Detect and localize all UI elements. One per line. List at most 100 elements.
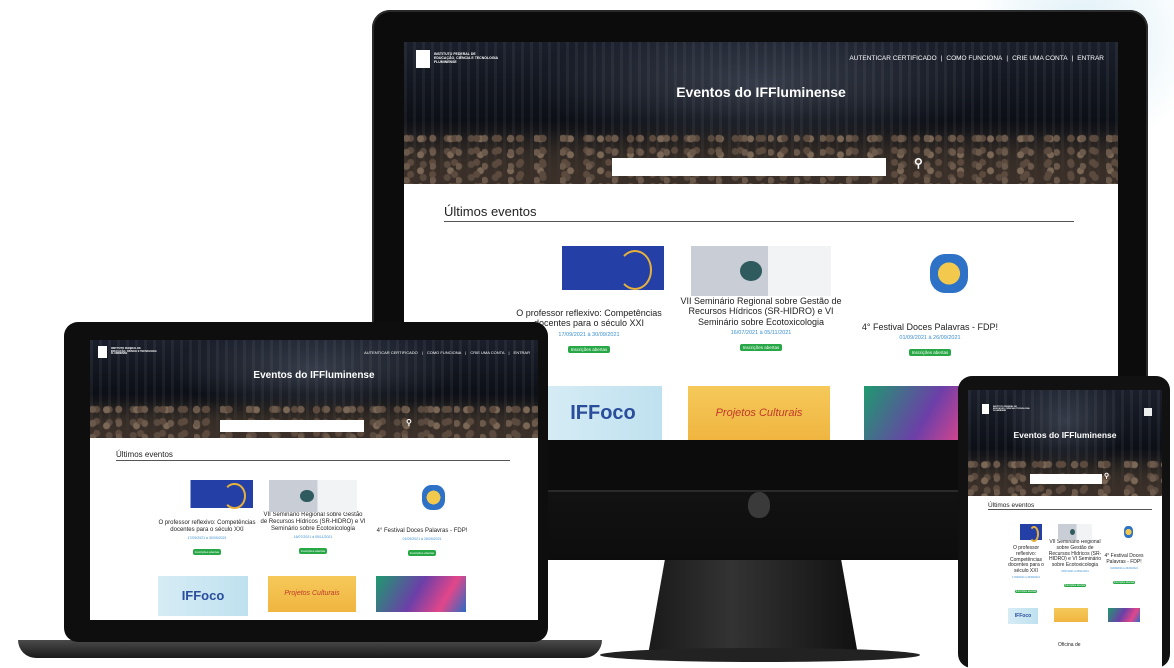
hero-banner: INSTITUTO FEDERAL DE EDUCAÇÃO, CIÊNCIA E…: [968, 390, 1162, 496]
event-image: [1107, 524, 1141, 540]
nav-entrar[interactable]: ENTRAR: [514, 350, 530, 355]
search-icon[interactable]: ⚲: [914, 156, 923, 170]
event-title: O professor reflexivo: Competências doce…: [1008, 545, 1044, 574]
tablet-screen: INSTITUTO FEDERAL DE EDUCAÇÃO, CIÊNCIA E…: [968, 390, 1162, 668]
event-image: [161, 480, 253, 510]
top-nav: AUTENTICAR CERTIFICADO | COMO FUNCIONA | C…: [849, 55, 1104, 62]
search-icon[interactable]: ⚲: [406, 418, 412, 427]
hero-title: Eventos do IFFluminense: [676, 84, 846, 100]
event-title: VII Seminário Regional sobre Gestão de R…: [1048, 539, 1102, 568]
event-card[interactable]: O professor reflexivo: Competências doce…: [1004, 524, 1048, 597]
monitor-stand-base: [600, 648, 920, 662]
site-logo[interactable]: INSTITUTO FEDERAL DE EDUCAÇÃO, CIÊNCIA E…: [98, 346, 157, 358]
thumb-text: IFFoco SURDO: [570, 402, 636, 424]
site-logo[interactable]: INSTITUTO FEDERAL DE EDUCAÇÃO, CIÊNCIA E…: [982, 404, 1030, 414]
event-title: Oficina de: [1058, 642, 1081, 648]
if-logo-icon: [98, 346, 107, 358]
nav-crie-uma-conta[interactable]: CRIE UMA CONTA: [470, 350, 504, 355]
section-title: Últimos eventos: [988, 502, 1152, 510]
event-thumb-projetos[interactable]: Projetos Culturais: [688, 386, 830, 440]
event-dates: 16/07/2021 à 05/11/2021: [730, 330, 792, 337]
event-image: [269, 480, 357, 512]
event-dates: 01/09/2021 à 26/09/2021: [899, 335, 961, 342]
menu-icon[interactable]: [1144, 408, 1152, 416]
event-dates: 16/07/2021 à 05/11/2021: [1061, 569, 1089, 573]
nav-separator: |: [465, 350, 467, 355]
event-title: 4° Festival Doces Palavras - FDP!: [861, 322, 999, 332]
status-badge: Inscrições abertas: [1112, 580, 1136, 584]
event-card[interactable]: VII Seminário Regional sobre Gestão de R…: [260, 480, 366, 557]
event-image: [691, 246, 831, 296]
nav-separator: |: [421, 350, 423, 355]
if-logo-icon: [982, 404, 989, 414]
nav-autenticar-certificado[interactable]: AUTENTICAR CERTIFICADO: [849, 55, 936, 62]
status-badge: Inscrições abertas: [1063, 583, 1087, 587]
event-image: [377, 480, 467, 514]
nav-como-funciona[interactable]: COMO FUNCIONA: [427, 350, 461, 355]
nav-separator: |: [508, 350, 510, 355]
event-thumb-projetos[interactable]: [1054, 608, 1088, 622]
event-card[interactable]: 4° Festival Doces Palavras - FDP! 01/09/…: [850, 246, 1010, 359]
status-badge: Inscrições abertas: [192, 548, 222, 555]
event-title: 4° Festival Doces Palavras - FDP!: [376, 528, 468, 534]
event-card[interactable]: 4° Festival Doces Palavras - FDP! 01/09/…: [370, 480, 474, 559]
search-input[interactable]: [612, 158, 886, 176]
event-thumb-surdo[interactable]: IFFoco SURDO: [1008, 608, 1038, 624]
event-card[interactable]: VII Seminário Regional sobre Gestão de R…: [676, 246, 846, 354]
status-badge: Inscrições abertas: [298, 547, 328, 554]
event-title: O professor reflexivo: Competências doce…: [158, 520, 256, 533]
laptop-base: [18, 640, 602, 658]
event-card[interactable]: VII Seminário Regional sobre Gestão de R…: [1048, 524, 1102, 591]
status-badge: Inscrições abertas: [407, 549, 437, 556]
event-title: 4° Festival Doces Palavras - FDP!: [1104, 553, 1144, 565]
logo-text: INSTITUTO FEDERAL DE EDUCAÇÃO, CIÊNCIA E…: [111, 346, 157, 356]
hero-title: Eventos do IFFluminense: [1013, 430, 1117, 440]
thumb-text: IFFoco SURDO: [1014, 613, 1032, 619]
apple-logo-icon: [748, 492, 770, 518]
if-logo-icon: [416, 50, 430, 68]
event-image: [1058, 524, 1092, 540]
event-dates: 17/09/2021 à 30/09/2021: [187, 535, 227, 540]
nav-separator: |: [1006, 55, 1009, 62]
logo-text: INSTITUTO FEDERAL DE EDUCAÇÃO, CIÊNCIA E…: [434, 52, 499, 64]
event-thumb-surdo[interactable]: IFFoco SURDO: [158, 576, 248, 616]
monitor-stand: [648, 560, 858, 655]
site-logo[interactable]: INSTITUTO FEDERAL DE EDUCAÇÃO, CIÊNCIA E…: [416, 50, 498, 68]
event-dates: 01/09/2021 à 26/09/2021: [402, 536, 442, 541]
event-dates: 01/09/2021 à 26/09/2021: [1110, 566, 1138, 570]
search-icon[interactable]: ⚲: [1104, 472, 1109, 480]
event-thumb-colorful[interactable]: [376, 576, 466, 612]
event-image: [1010, 524, 1042, 543]
nav-como-funciona[interactable]: COMO FUNCIONA: [946, 55, 1002, 62]
event-dates: 16/07/2021 à 05/11/2021: [293, 534, 333, 539]
search-input[interactable]: [1030, 474, 1102, 484]
section-title: Últimos eventos: [116, 450, 510, 461]
status-badge: Inscrições abertas: [1014, 589, 1038, 593]
logo-text: INSTITUTO FEDERAL DE EDUCAÇÃO, CIÊNCIA E…: [993, 405, 1030, 413]
event-dates: 17/09/2021 à 30/09/2021: [1012, 575, 1040, 579]
event-title: VII Seminário Regional sobre Gestão de R…: [680, 296, 842, 327]
nav-crie-uma-conta[interactable]: CRIE UMA CONTA: [1012, 55, 1068, 62]
thumb-text: Projetos Culturais: [715, 407, 803, 419]
hero-title: Eventos do IFFluminense: [253, 370, 375, 381]
event-image: [857, 246, 1003, 300]
status-badge: Inscrições abertas: [739, 344, 783, 352]
status-badge: Inscrições abertas: [908, 349, 952, 357]
thumb-text: IFFoco SURDO: [181, 588, 225, 603]
status-badge: Inscrições abertas: [567, 345, 611, 353]
nav-autenticar-certificado[interactable]: AUTENTICAR CERTIFICADO: [364, 350, 418, 355]
event-thumb-projetos[interactable]: Projetos Culturais: [268, 576, 356, 612]
top-nav: AUTENTICAR CERTIFICADO | COMO FUNCIONA | C…: [364, 350, 530, 355]
event-thumb-surdo[interactable]: IFFoco SURDO: [544, 386, 662, 440]
hero-banner: INSTITUTO FEDERAL DE EDUCAÇÃO, CIÊNCIA E…: [404, 42, 1118, 184]
event-thumb-colorful[interactable]: [1108, 608, 1140, 622]
event-card[interactable]: O professor reflexivo: Competências doce…: [152, 480, 262, 558]
search-input[interactable]: [220, 420, 364, 432]
nav-entrar[interactable]: ENTRAR: [1077, 55, 1104, 62]
laptop-screen: INSTITUTO FEDERAL DE EDUCAÇÃO, CIÊNCIA E…: [90, 340, 538, 620]
nav-separator: |: [940, 55, 943, 62]
nav-separator: |: [1071, 55, 1074, 62]
event-image: [514, 246, 664, 290]
thumb-text: Projetos Culturais: [284, 590, 340, 597]
event-card[interactable]: 4° Festival Doces Palavras - FDP! 01/09/…: [1102, 524, 1146, 588]
